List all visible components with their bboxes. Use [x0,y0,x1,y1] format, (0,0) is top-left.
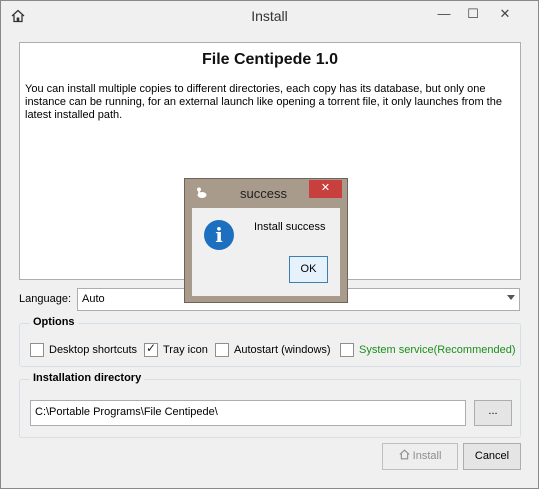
checkbox-label: Tray icon [163,344,208,356]
installer-window: Install — ☐ ✕ File Centipede 1.0 You can… [0,0,539,489]
dialog-close-button[interactable]: ✕ [309,180,342,198]
dialog-body: i Install success OK [192,208,340,296]
install-directory-group: Installation directory C:\Portable Progr… [19,372,521,438]
info-icon: i [204,220,234,250]
close-button[interactable]: ✕ [491,1,519,29]
minimize-button[interactable]: — [430,1,458,29]
browse-button[interactable]: ... [474,400,512,426]
options-title: Options [30,316,78,328]
checkbox-label: System service(Recommended) [359,344,516,356]
maximize-button[interactable]: ☐ [459,1,487,29]
dialog-message: Install success [254,221,326,233]
checkbox-box[interactable] [30,343,44,357]
checkbox-box[interactable] [340,343,354,357]
dialog-title: success [240,186,287,201]
checkbox-box[interactable] [144,341,158,357]
install-directory-title: Installation directory [30,372,145,384]
title-bar[interactable]: Install — ☐ ✕ [1,1,538,32]
chevron-down-icon [507,295,515,300]
description-text: You can install multiple copies to diffe… [25,83,502,121]
ok-button[interactable]: OK [289,256,328,283]
checkbox-box[interactable] [215,343,229,357]
install-button[interactable]: Install [382,443,458,470]
goose-icon [195,187,207,198]
install-button-label: Install [412,450,442,462]
home-icon [399,449,410,460]
checkbox-label: Autostart (windows) [234,344,331,356]
success-dialog: success ✕ i Install success OK [184,178,348,303]
install-path-value: C:\Portable Programs\File Centipede\ [35,406,218,418]
checkbox-label: Desktop shortcuts [49,344,138,356]
language-value: Auto [82,293,105,305]
product-heading: File Centipede 1.0 [201,51,339,68]
install-path-input[interactable]: C:\Portable Programs\File Centipede\ [30,400,466,426]
options-group: Options Desktop shortcuts Tray icon Auto… [19,316,521,367]
cancel-button[interactable]: Cancel [463,443,521,470]
language-label: Language: [19,293,71,305]
